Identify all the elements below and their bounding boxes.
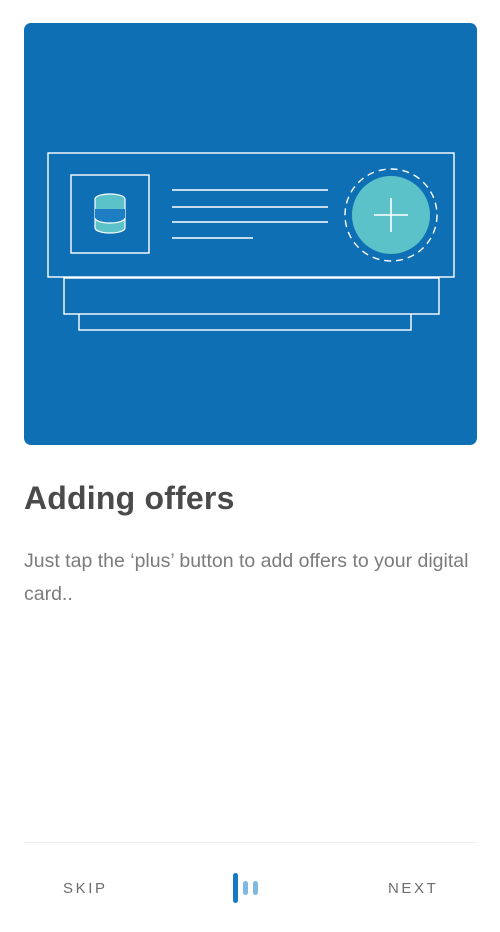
onboarding-title: Adding offers [24,480,235,516]
card-stack-middle [63,277,440,315]
page-indicator-dot-3[interactable] [253,881,258,895]
page-indicator [233,873,258,903]
onboarding-illustration [24,23,477,445]
page-indicator-dot-1[interactable] [233,873,238,903]
onboarding-description: Just tap the ‘plus’ button to add offers… [24,550,469,605]
footer-divider [24,842,477,843]
database-icon [94,193,126,234]
skip-button[interactable]: SKIP [61,876,110,901]
page-indicator-dot-2[interactable] [243,881,248,895]
next-button[interactable]: NEXT [386,876,440,901]
offer-card-graphic [47,152,455,331]
onboarding-screen: Adding offers Just tap the ‘plus’ button… [0,0,500,932]
